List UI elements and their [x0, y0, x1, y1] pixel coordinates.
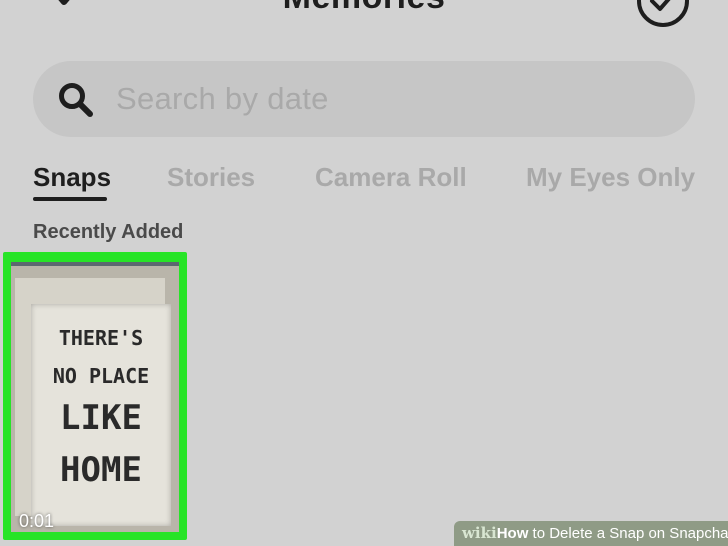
section-title: Recently Added [33, 221, 184, 243]
sign-board: THERE'S NO PLACE LIKE HOME [31, 304, 171, 526]
wikihow-watermark: wikiHow to Delete a Snap on Snapchat [454, 521, 728, 546]
sign-text-line: THERE'S [58, 326, 144, 350]
search-placeholder: Search by date [116, 81, 329, 116]
sign-text-line: HOME [60, 450, 142, 490]
frame-matting: THERE'S NO PLACE LIKE HOME [15, 278, 171, 526]
watermark-title: to Delete a Snap on Snapchat [528, 525, 728, 542]
sign-text-line: LIKE [60, 398, 142, 438]
search-icon [59, 83, 93, 117]
snap-duration: 0:01 [19, 511, 55, 531]
tab-stories[interactable]: Stories [167, 162, 255, 193]
memories-screen: Memories Search by date Snaps Stories Ca… [0, 0, 728, 546]
search-input[interactable]: Search by date [33, 61, 695, 137]
snap-image: THERE'S NO PLACE LIKE HOME 0:01 [11, 262, 179, 532]
tab-snaps[interactable]: Snaps [33, 162, 111, 193]
watermark-brand: wiki [462, 524, 497, 542]
sign-text-line: NO PLACE [52, 364, 150, 388]
page-title: Memories [0, 0, 728, 17]
tab-camera-roll[interactable]: Camera Roll [315, 162, 467, 193]
picture-frame: THERE'S NO PLACE LIKE HOME [11, 266, 179, 532]
watermark-how: How [496, 525, 529, 542]
active-tab-indicator [33, 197, 107, 201]
select-check-icon[interactable] [636, 0, 690, 28]
tab-my-eyes-only[interactable]: My Eyes Only [526, 162, 695, 193]
snap-thumbnail[interactable]: THERE'S NO PLACE LIKE HOME 0:01 [3, 252, 187, 540]
